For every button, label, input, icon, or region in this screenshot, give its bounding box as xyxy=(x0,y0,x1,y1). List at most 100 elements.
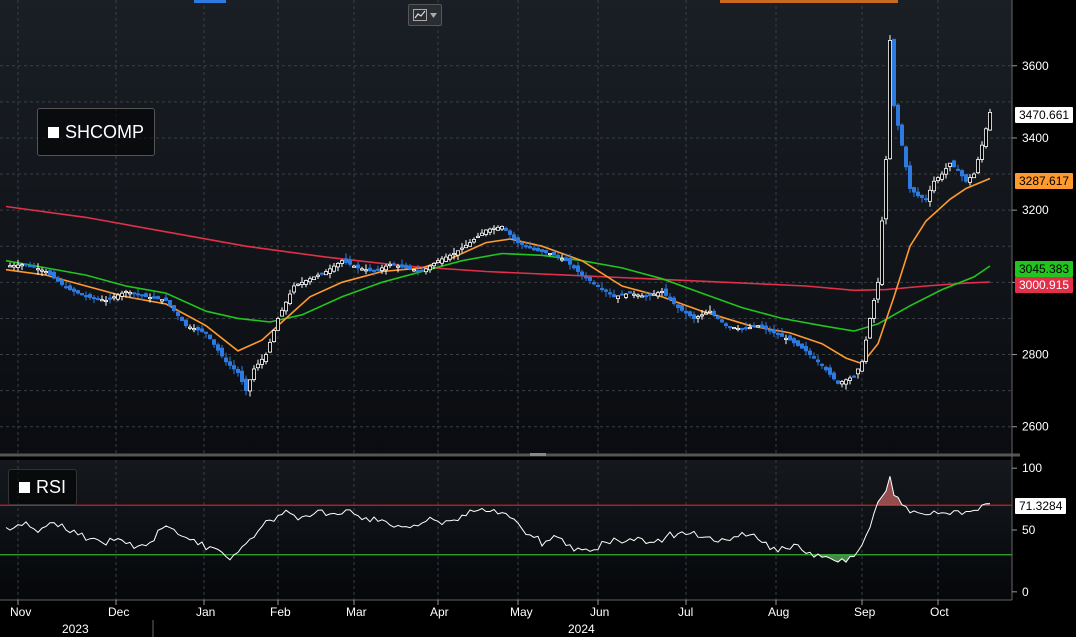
candle-body xyxy=(455,250,460,256)
last-price-tag: 3470.661 xyxy=(1015,107,1074,123)
candle-body xyxy=(443,256,448,262)
candle-body xyxy=(888,40,893,160)
candle-body xyxy=(207,334,212,340)
x-tick-label: Nov xyxy=(10,605,31,619)
candle-body xyxy=(804,346,809,352)
candle-body xyxy=(275,318,280,331)
candle-body xyxy=(584,276,589,279)
candle-body xyxy=(283,301,288,312)
chart-canvas: 360034003200300028002600100500NovDecJanF… xyxy=(0,0,1049,637)
candle-body xyxy=(423,268,428,273)
candle-body xyxy=(191,328,196,331)
candle-body xyxy=(836,380,841,384)
candle-body xyxy=(808,350,813,355)
rsi-y-tick-label: 50 xyxy=(1022,523,1036,537)
candle-body xyxy=(104,299,109,302)
candle-body xyxy=(540,249,545,253)
candle-body xyxy=(632,293,637,296)
candle-body xyxy=(287,293,292,304)
candle-body xyxy=(788,335,793,341)
candle-body xyxy=(347,259,352,265)
candle-body xyxy=(64,286,69,289)
candle-body xyxy=(15,264,20,268)
candle-body xyxy=(299,281,304,285)
x-tick-label: Dec xyxy=(108,605,129,619)
chart-type-button[interactable] xyxy=(408,4,442,26)
candle-body xyxy=(19,264,24,267)
candle-body xyxy=(187,326,192,329)
candle-body xyxy=(904,146,909,168)
top-strip-blue xyxy=(194,0,226,3)
candle-body xyxy=(355,264,360,269)
candle-body xyxy=(419,269,424,272)
candle-body xyxy=(319,272,324,275)
candle-body xyxy=(596,284,601,287)
candle-body xyxy=(880,220,885,285)
candle-body xyxy=(395,265,400,268)
rsi-legend[interactable]: RSI xyxy=(8,469,78,505)
candle-body xyxy=(852,375,857,378)
candle-body xyxy=(692,314,697,319)
candle-body xyxy=(227,361,232,366)
candle-body xyxy=(475,235,480,238)
candle-body xyxy=(80,293,85,296)
candle-body xyxy=(167,300,172,306)
candle-body xyxy=(776,333,781,336)
candle-body xyxy=(756,325,761,328)
candle-body xyxy=(760,324,765,328)
candle-body xyxy=(768,329,773,332)
candle-body xyxy=(339,260,344,264)
candle-body xyxy=(471,239,476,243)
chevron-down-icon xyxy=(430,12,437,18)
pane-divider-handle[interactable] xyxy=(530,453,546,456)
candle-body xyxy=(568,257,573,265)
candle-body xyxy=(399,264,404,268)
candle-body xyxy=(640,295,645,298)
candle-body xyxy=(323,271,328,276)
candle-body xyxy=(700,314,705,317)
candle-body xyxy=(447,254,452,260)
candle-body xyxy=(864,339,869,362)
candle-body xyxy=(980,144,985,160)
candle-body xyxy=(516,237,521,244)
candle-body xyxy=(572,265,577,269)
candle-body xyxy=(744,327,749,330)
candle-body xyxy=(636,294,641,297)
candle-body xyxy=(844,379,849,385)
candle-body xyxy=(796,340,801,346)
candle-body xyxy=(812,356,817,359)
candle-body xyxy=(564,257,569,262)
main-legend[interactable]: SHCOMP xyxy=(37,108,156,156)
candle-body xyxy=(503,227,508,231)
candle-body xyxy=(624,293,629,298)
candle-body xyxy=(580,271,585,276)
candle-body xyxy=(215,344,220,351)
legend-swatch xyxy=(48,126,59,138)
candle-body xyxy=(912,187,917,193)
candle-body xyxy=(696,316,701,319)
candle-body xyxy=(92,297,97,300)
candle-body xyxy=(588,276,593,281)
candle-body xyxy=(235,369,240,373)
candle-body xyxy=(604,289,609,292)
candle-body xyxy=(199,328,204,332)
ma-long-tag: 3000.915 xyxy=(1015,277,1074,293)
candle-body xyxy=(359,268,364,271)
candle-body xyxy=(708,310,713,313)
candle-body xyxy=(856,368,861,375)
candle-body xyxy=(608,292,613,295)
candle-body xyxy=(124,290,129,293)
candle-body xyxy=(23,263,28,266)
candle-body xyxy=(407,265,412,270)
candle-body xyxy=(159,299,164,302)
candle-body xyxy=(520,242,525,245)
candle-body xyxy=(644,295,649,298)
candle-body xyxy=(832,372,837,380)
candle-body xyxy=(367,267,372,272)
candle-body xyxy=(684,310,689,314)
candle-body xyxy=(183,319,188,327)
rsi-value-tag: 71.3284 xyxy=(1015,498,1067,514)
candle-body xyxy=(900,124,905,146)
candle-body xyxy=(884,159,889,220)
candle-body xyxy=(600,288,605,291)
